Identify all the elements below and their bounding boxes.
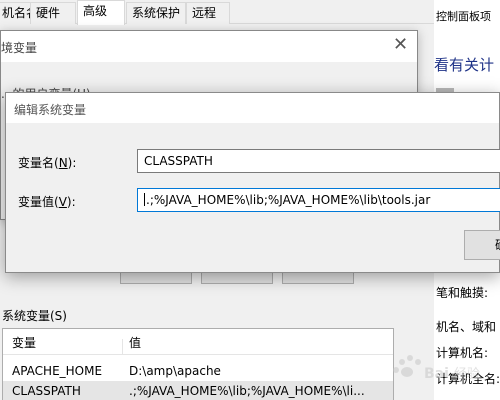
edit-system-variable-dialog: 编辑系统变量 变量名(N): CLASSPATH 变量值(V): .;%JAVA… <box>5 92 500 273</box>
column-divider[interactable] <box>122 339 123 355</box>
breadcrumb[interactable]: 控制面板项 <box>436 8 491 24</box>
row-variable-name: CLASSPATH <box>12 384 81 398</box>
column-header-variable[interactable]: 变量 <box>12 334 36 351</box>
text-caret <box>144 193 145 206</box>
system-vars-label: 系统变量(S) <box>2 309 67 323</box>
close-icon[interactable]: ✕ <box>393 34 408 56</box>
table-row[interactable]: APACHE_HOME D:\amp\apache <box>3 361 393 381</box>
row-variable-value: D:\amp\apache <box>129 364 221 378</box>
tab-hardware[interactable]: 硬件 <box>30 2 76 24</box>
tab-advanced[interactable]: 高级 <box>77 0 125 25</box>
tab-remote[interactable]: 远程 <box>186 2 230 24</box>
variable-value-input[interactable]: .;%JAVA_HOME%\lib;%JAVA_HOME%\lib\tools.… <box>137 188 500 212</box>
variable-value-text: .;%JAVA_HOME%\lib;%JAVA_HOME%\lib\tools.… <box>146 193 431 207</box>
row-variable-value: .;%JAVA_HOME%\lib;%JAVA_HOME%\li... <box>129 384 365 398</box>
ok-button[interactable]: 确定 <box>464 230 500 260</box>
dialog-title: 编辑系统变量 <box>14 103 87 117</box>
column-header-value[interactable]: 值 <box>129 334 141 351</box>
title-bar[interactable]: 编辑系统变量 <box>6 93 499 123</box>
table-row-selected[interactable]: CLASSPATH .;%JAVA_HOME%\lib;%JAVA_HOME%\… <box>3 381 393 400</box>
svg-text:经验: 经验 <box>454 366 480 382</box>
computer-domain-label: 机名、域和 <box>436 320 497 334</box>
list-header: 变量 值 <box>3 329 393 355</box>
variable-name-input[interactable]: CLASSPATH <box>137 149 500 173</box>
svg-text:Bai: Bai <box>424 366 449 382</box>
pen-touch-label: 笔和触摸: <box>436 286 489 300</box>
title-bar[interactable]: 境变量 ✕ <box>1 31 417 62</box>
system-vars-list[interactable]: 变量 值 APACHE_HOME D:\amp\apache CLASSPATH… <box>2 328 394 400</box>
tab-strip: 机名名 硬件 高级 系统保护 远程 <box>0 0 434 25</box>
variable-value-label: 变量值(V): <box>18 195 76 209</box>
tab-system-protection[interactable]: 系统保护 <box>126 2 186 24</box>
baidu-jingyan-watermark: Bai 经验 <box>393 355 480 382</box>
page-heading: 看有关计 <box>434 56 495 74</box>
row-variable-name: APACHE_HOME <box>12 364 103 378</box>
variable-name-label: 变量名(N): <box>18 156 77 170</box>
dialog-title: 境变量 <box>1 41 38 55</box>
